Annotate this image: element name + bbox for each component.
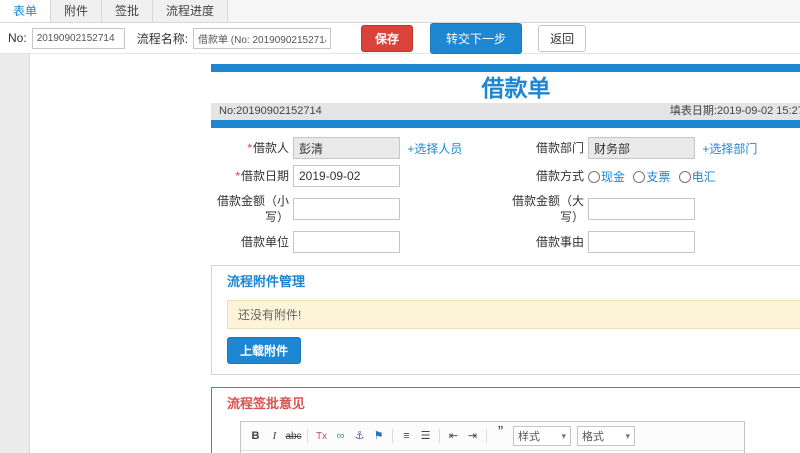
upload-attachment-button[interactable]: 上载附件 (227, 337, 302, 364)
check-radio[interactable] (633, 170, 646, 183)
remove-format-icon[interactable]: Tx (313, 428, 330, 445)
approval-panel-title: 流程签批意见 (227, 396, 306, 411)
flag-icon[interactable]: ⚑ (370, 428, 387, 445)
amount-small-input[interactable] (293, 198, 400, 220)
outdent-icon[interactable]: ⇤ (445, 428, 462, 445)
tab-approve[interactable]: 签批 (102, 0, 154, 22)
forward-next-step-button[interactable]: 转交下一步 (430, 22, 523, 54)
required-mark: * (235, 169, 240, 183)
form-info-bar: No:20190902152714 填表日期:2019-09-02 15:27:… (211, 103, 800, 120)
link-icon[interactable]: ∞ (332, 428, 349, 445)
attachment-panel-title: 流程附件管理 (227, 274, 306, 289)
borrower-label: *借款人 (247, 141, 289, 155)
method-option-cash[interactable]: 现金 (588, 170, 625, 184)
form-date-text: 填表日期:2019-09-02 15:27:1 (669, 105, 800, 117)
bullet-list-icon[interactable]: ☰ (417, 428, 434, 445)
save-button[interactable]: 保存 (361, 24, 414, 52)
toolbar-separator (307, 429, 308, 443)
toolbar-separator (486, 429, 487, 443)
unit-label: 借款单位 (240, 235, 289, 249)
panel-divider-bar (211, 120, 800, 128)
wire-radio[interactable] (678, 170, 691, 183)
tab-progress[interactable]: 流程进度 (153, 0, 229, 22)
select-person-link[interactable]: +选择人员 (407, 142, 462, 156)
method-option-wire[interactable]: 电汇 (678, 170, 716, 184)
rich-text-editor: B I abc Tx ∞ ⚓ ⚑ ≡ ☰ ⇤ ⇥ ” 样式 ▾ 格式 ▾ (240, 421, 745, 453)
numbered-list-icon[interactable]: ≡ (398, 428, 415, 445)
form-no-text: No:20190902152714 (219, 105, 322, 117)
row-unit-reason: 借款单位 借款事由 (211, 228, 800, 256)
amount-small-label: 借款金额（小写） (216, 194, 289, 224)
toolbar-separator (439, 429, 440, 443)
format-select[interactable]: 格式 (577, 426, 635, 446)
bold-icon[interactable]: B (247, 428, 264, 445)
row-borrower-department: *借款人 +选择人员 借款部门 +选择部门 (211, 134, 800, 162)
process-name-input[interactable] (193, 27, 332, 49)
page-body: 借款单 No:20190902152714 填表日期:2019-09-02 15… (0, 54, 800, 453)
required-mark: * (247, 141, 252, 155)
strikethrough-icon[interactable]: abc (285, 428, 302, 445)
method-option-check[interactable]: 支票 (633, 170, 670, 184)
borrow-method-label: 借款方式 (535, 169, 584, 183)
approval-panel: 流程签批意见 B I abc Tx ∞ ⚓ ⚑ ≡ ☰ ⇤ ⇥ ” 样式 ▾ 格… (211, 387, 800, 453)
blockquote-icon[interactable]: ” (492, 424, 509, 445)
department-input[interactable] (588, 137, 695, 159)
back-button[interactable]: 返回 (538, 24, 587, 52)
style-select[interactable]: 样式 (513, 426, 571, 446)
italic-icon[interactable]: I (266, 428, 283, 445)
collapsed-sidebar-strip (0, 54, 30, 453)
select-department-link[interactable]: +选择部门 (702, 142, 757, 156)
borrow-date-input[interactable] (293, 165, 400, 187)
borrow-date-label: *借款日期 (235, 169, 289, 183)
toolbar-separator (392, 429, 393, 443)
reason-label: 借款事由 (535, 235, 584, 249)
editor-toolbar: B I abc Tx ∞ ⚓ ⚑ ≡ ☰ ⇤ ⇥ ” 样式 ▾ 格式 ▾ (241, 422, 744, 451)
form-title: 借款单 (481, 75, 551, 101)
indent-icon[interactable]: ⇥ (464, 428, 481, 445)
department-label: 借款部门 (535, 141, 584, 155)
loan-form-panel: 借款单 No:20190902152714 填表日期:2019-09-02 15… (211, 64, 800, 256)
top-tab-bar: 表单 附件 签批 流程进度 (0, 0, 800, 23)
tab-attachment[interactable]: 附件 (51, 0, 103, 22)
no-label: No: (8, 31, 27, 45)
attachment-panel: 流程附件管理 还没有附件! 上载附件 (211, 265, 800, 375)
toolbar: No: 流程名称: 保存 转交下一步 返回 (0, 22, 800, 54)
amount-big-input[interactable] (588, 198, 695, 220)
row-amounts: 借款金额（小写） 借款金额（大写） (211, 190, 800, 228)
loan-form-fields: *借款人 +选择人员 借款部门 +选择部门 *借款日期 (211, 134, 800, 256)
no-input[interactable] (31, 27, 125, 49)
no-attachment-alert: 还没有附件! (227, 300, 800, 329)
row-date-method: *借款日期 借款方式 现金 支票 电汇 (211, 162, 800, 190)
borrower-input[interactable] (293, 137, 400, 159)
unit-input[interactable] (293, 231, 400, 253)
amount-big-label: 借款金额（大写） (511, 194, 584, 224)
content-area: 借款单 No:20190902152714 填表日期:2019-09-02 15… (30, 54, 800, 453)
tab-form[interactable]: 表单 (0, 0, 52, 22)
reason-input[interactable] (588, 231, 695, 253)
cash-radio[interactable] (588, 170, 600, 183)
panel-top-bar (211, 64, 800, 72)
process-name-label: 流程名称: (136, 31, 189, 46)
anchor-icon[interactable]: ⚓ (351, 428, 368, 445)
